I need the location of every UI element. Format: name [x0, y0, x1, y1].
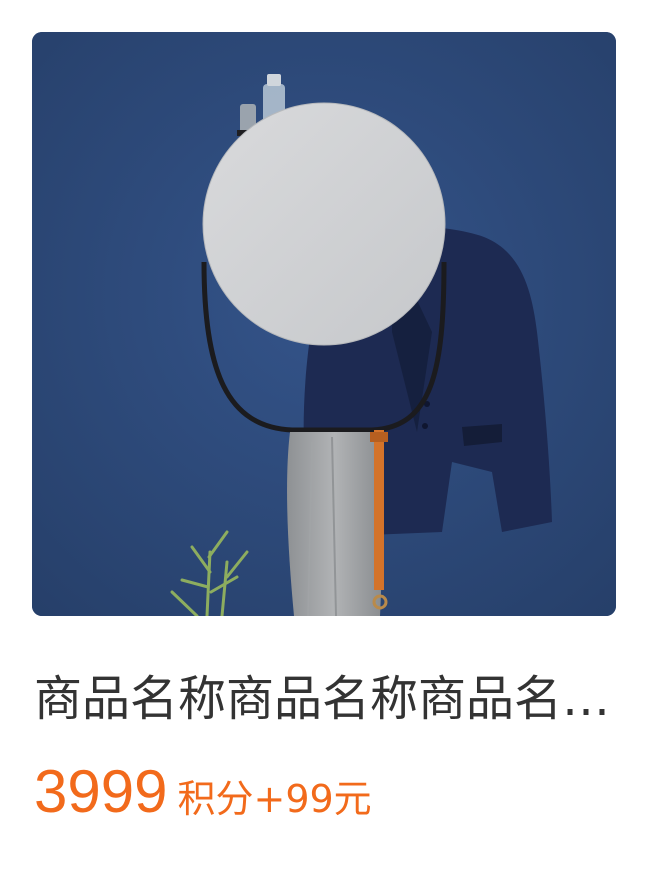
points-text: 积分+99元	[177, 777, 372, 821]
product-card[interactable]: 商品名称商品名称商品名称商品名称 3999 积分+99元	[0, 0, 648, 880]
price-value: 3999	[34, 758, 168, 825]
product-title[interactable]: 商品名称商品名称商品名称商品名称	[34, 664, 614, 734]
product-image[interactable]	[32, 32, 616, 616]
price-row: 3999 积分+99元	[34, 752, 372, 832]
